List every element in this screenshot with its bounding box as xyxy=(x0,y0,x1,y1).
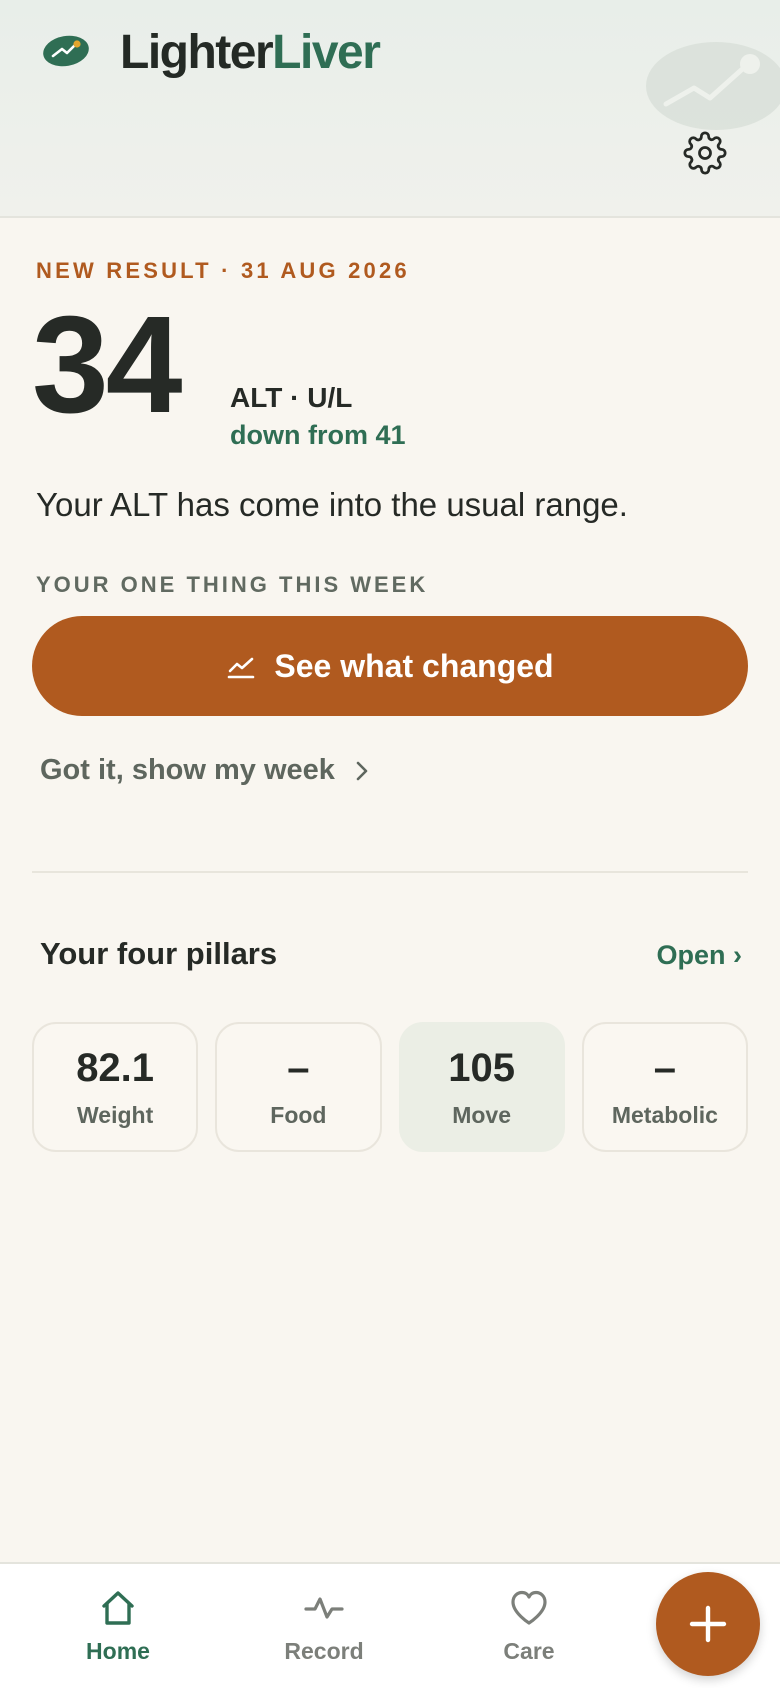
pillar-label: Metabolic xyxy=(611,1101,718,1128)
pillar-label: Weight xyxy=(77,1101,154,1128)
settings-button[interactable] xyxy=(680,128,730,178)
pillar-value: – xyxy=(653,1045,676,1090)
result-message: Your ALT has come into the usual range. xyxy=(36,486,628,523)
nav-home[interactable]: Home xyxy=(38,1588,198,1665)
see-what-changed-label: See what changed xyxy=(274,647,554,684)
chevron-right-icon xyxy=(356,761,368,780)
home-icon xyxy=(97,1588,139,1628)
pillar-label: Food xyxy=(270,1101,327,1128)
pillar-metabolic[interactable]: – Metabolic xyxy=(581,1022,748,1152)
nav-record[interactable]: Record xyxy=(244,1588,404,1665)
brand-name-part-2: Liver xyxy=(272,26,381,79)
plus-icon xyxy=(689,1605,727,1643)
nav-record-label: Record xyxy=(284,1638,364,1664)
trend-leaf-icon xyxy=(43,35,89,67)
decorative-trend-icon xyxy=(646,42,780,130)
gear-icon xyxy=(683,131,727,175)
pillar-value: 105 xyxy=(448,1045,515,1090)
brand-name-part-1: Lighter xyxy=(120,26,274,79)
alt-delta: down from 41 xyxy=(230,420,406,450)
alt-value: 34 xyxy=(32,288,182,442)
pillars-open-link[interactable]: Open › xyxy=(657,940,743,971)
nav-care[interactable]: Care xyxy=(449,1588,609,1665)
heart-icon xyxy=(508,1588,550,1628)
pillar-label: Move xyxy=(452,1101,512,1128)
pulse-icon xyxy=(303,1588,345,1628)
trend-line-icon xyxy=(226,651,256,681)
pillar-food[interactable]: – Food xyxy=(215,1022,382,1152)
nav-home-label: Home xyxy=(86,1638,150,1664)
app-brand-name: LighterLiver xyxy=(120,24,381,82)
result-eyebrow: NEW RESULT · 31 AUG 2026 xyxy=(36,258,410,283)
pillar-row: 82.1 Weight – Food 105 Move – Metabolic xyxy=(32,1022,748,1152)
see-what-changed-button[interactable]: See what changed xyxy=(32,616,748,716)
pillars-title: Your four pillars xyxy=(40,936,278,971)
add-button[interactable] xyxy=(656,1572,760,1676)
alt-unit: ALT · U/L xyxy=(230,382,353,413)
pillar-value: 82.1 xyxy=(76,1045,155,1090)
show-my-week-link[interactable]: Got it, show my week xyxy=(40,754,369,787)
pillar-value: – xyxy=(287,1045,310,1090)
home-screen: LighterLiver NEW RESULT · 31 AUG 2026 34… xyxy=(0,0,780,1688)
section-divider xyxy=(32,871,748,873)
pillar-move[interactable]: 105 Move xyxy=(398,1022,565,1152)
app-header: LighterLiver xyxy=(0,0,780,218)
nav-care-label: Care xyxy=(503,1638,555,1664)
pillar-weight[interactable]: 82.1 Weight xyxy=(32,1022,199,1152)
show-my-week-label: Got it, show my week xyxy=(40,754,335,786)
one-thing-label: YOUR ONE THING THIS WEEK xyxy=(36,572,429,597)
